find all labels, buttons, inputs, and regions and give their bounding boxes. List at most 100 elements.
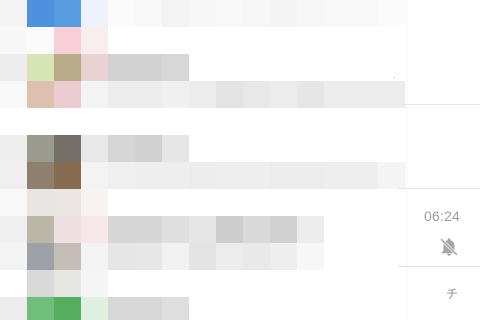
blurred-preview-cell <box>378 135 405 162</box>
blurred-preview-cell <box>27 270 54 297</box>
blurred-preview-row <box>0 270 408 297</box>
blurred-preview-cell <box>216 0 243 27</box>
blurred-preview-cell <box>189 216 216 243</box>
blurred-preview-cell <box>270 54 297 81</box>
blurred-preview-cell <box>162 189 189 216</box>
messages-window: · 06:24 チ <box>0 0 480 320</box>
blurred-preview-row <box>0 162 408 189</box>
blurred-preview-row <box>0 54 408 81</box>
blurred-preview-cell <box>162 0 189 27</box>
blurred-preview-cell <box>81 216 108 243</box>
blurred-preview-cell <box>0 162 27 189</box>
blurred-preview-cell <box>297 108 324 135</box>
meta-text-fragment-top: · <box>393 72 396 82</box>
blurred-preview-cell <box>297 270 324 297</box>
blurred-preview-cell <box>351 135 378 162</box>
blurred-preview-cell <box>216 54 243 81</box>
blurred-preview-cell <box>27 162 54 189</box>
blurred-preview-cell <box>243 270 270 297</box>
blurred-preview-cell <box>189 54 216 81</box>
blurred-preview-cell <box>351 297 378 320</box>
blurred-message-preview <box>0 0 408 320</box>
blurred-preview-cell <box>216 135 243 162</box>
blurred-preview-cell <box>378 27 405 54</box>
blurred-preview-cell <box>297 27 324 54</box>
blurred-preview-cell <box>135 54 162 81</box>
blurred-preview-row <box>0 297 408 320</box>
blurred-preview-cell <box>324 243 351 270</box>
blurred-preview-cell <box>270 162 297 189</box>
blurred-preview-cell <box>135 297 162 320</box>
blurred-preview-cell <box>351 270 378 297</box>
blurred-preview-cell <box>351 189 378 216</box>
blurred-preview-cell <box>135 135 162 162</box>
blurred-preview-cell <box>162 162 189 189</box>
blurred-preview-cell <box>81 81 108 108</box>
blurred-preview-cell <box>0 216 27 243</box>
blurred-preview-cell <box>162 216 189 243</box>
conversation-meta-panel <box>408 0 480 320</box>
mute-notifications-icon <box>438 236 460 258</box>
blurred-preview-cell <box>270 135 297 162</box>
blurred-preview-cell <box>162 297 189 320</box>
blurred-preview-cell <box>81 135 108 162</box>
blurred-preview-cell <box>297 243 324 270</box>
blurred-preview-cell <box>351 162 378 189</box>
blurred-preview-cell <box>108 243 135 270</box>
blurred-preview-cell <box>189 189 216 216</box>
blurred-preview-cell <box>81 243 108 270</box>
blurred-preview-cell <box>324 297 351 320</box>
blurred-preview-cell <box>135 243 162 270</box>
blurred-preview-row <box>0 189 408 216</box>
blurred-preview-cell <box>0 135 27 162</box>
blurred-preview-cell <box>378 270 405 297</box>
blurred-preview-cell <box>0 27 27 54</box>
blurred-preview-cell <box>216 162 243 189</box>
blurred-preview-cell <box>378 297 405 320</box>
blurred-preview-cell <box>81 270 108 297</box>
blurred-preview-cell <box>243 297 270 320</box>
blurred-preview-cell <box>189 243 216 270</box>
blurred-preview-cell <box>189 135 216 162</box>
blurred-preview-cell <box>243 0 270 27</box>
blurred-preview-cell <box>108 189 135 216</box>
blurred-preview-cell <box>0 54 27 81</box>
blurred-preview-cell <box>324 27 351 54</box>
blurred-preview-cell <box>243 243 270 270</box>
blurred-preview-cell <box>297 81 324 108</box>
blurred-preview-cell <box>0 81 27 108</box>
blurred-preview-cell <box>0 297 27 320</box>
blurred-preview-cell <box>297 297 324 320</box>
blurred-preview-cell <box>243 108 270 135</box>
blurred-preview-cell <box>135 0 162 27</box>
blurred-preview-row <box>0 135 408 162</box>
blurred-preview-cell <box>216 243 243 270</box>
blurred-preview-cell <box>54 297 81 320</box>
blurred-preview-cell <box>108 135 135 162</box>
blurred-preview-cell <box>27 243 54 270</box>
meta-divider-middle <box>398 188 480 189</box>
blurred-preview-cell <box>378 189 405 216</box>
blurred-preview-cell <box>135 189 162 216</box>
blurred-preview-cell <box>378 108 405 135</box>
blurred-preview-cell <box>108 81 135 108</box>
blurred-preview-cell <box>54 108 81 135</box>
blurred-preview-cell <box>378 162 405 189</box>
blurred-preview-cell <box>135 162 162 189</box>
blurred-preview-cell <box>108 0 135 27</box>
blurred-preview-cell <box>189 81 216 108</box>
blurred-preview-cell <box>27 216 54 243</box>
blurred-preview-cell <box>189 27 216 54</box>
blurred-preview-cell <box>324 162 351 189</box>
blurred-preview-cell <box>351 216 378 243</box>
blurred-preview-cell <box>297 0 324 27</box>
blurred-preview-cell <box>54 216 81 243</box>
blurred-preview-cell <box>27 189 54 216</box>
blurred-preview-cell <box>108 216 135 243</box>
blurred-preview-cell <box>189 0 216 27</box>
blurred-preview-cell <box>162 54 189 81</box>
blurred-preview-cell <box>54 189 81 216</box>
blurred-preview-cell <box>81 27 108 54</box>
blurred-preview-cell <box>297 135 324 162</box>
blurred-preview-cell <box>162 81 189 108</box>
